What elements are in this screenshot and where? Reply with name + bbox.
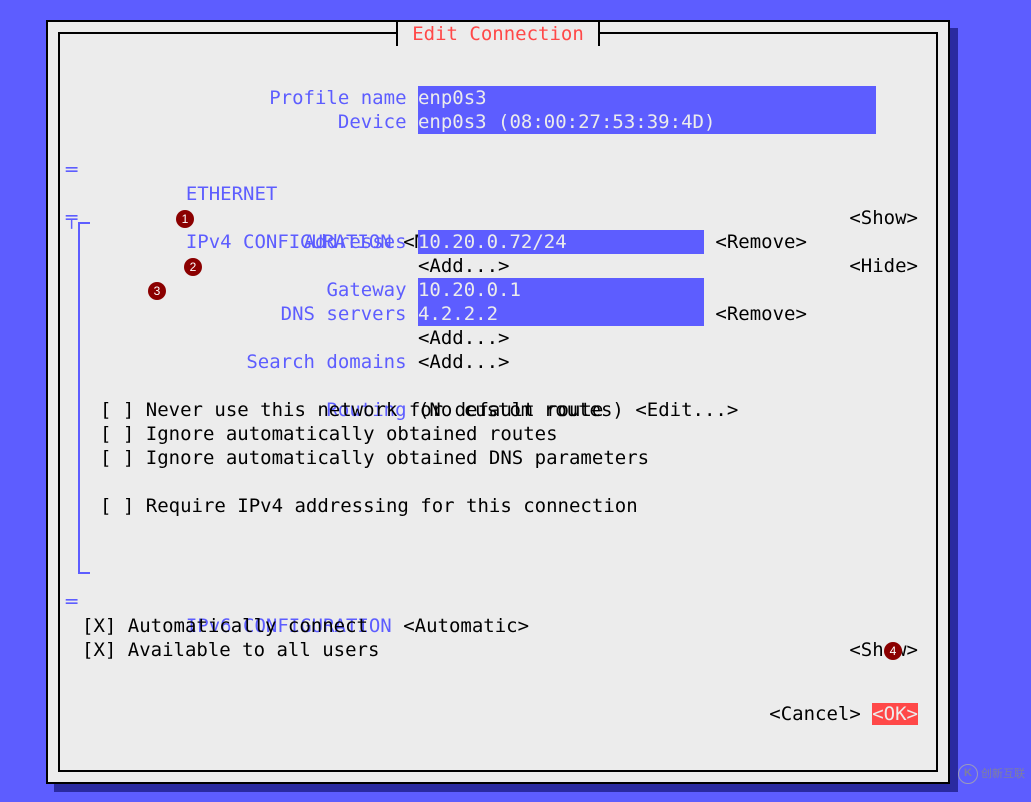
ethernet-header: ETHERNET xyxy=(186,183,278,205)
addresses-label: Addresses xyxy=(152,230,407,254)
annotation-badge-1: 1 xyxy=(176,210,194,228)
dialog-title: Edit Connection xyxy=(396,22,600,46)
address-add-button[interactable]: <Add...> xyxy=(418,255,510,277)
watermark: K 创新互联 xyxy=(958,762,1025,786)
ethernet-show-button[interactable]: <Show> xyxy=(849,206,918,230)
dns-add-button[interactable]: <Add...> xyxy=(418,327,510,349)
chk-ignore-routes[interactable]: [ ] Ignore automatically obtained routes xyxy=(60,422,936,446)
routing-row: Routing (No custom routes) <Edit...> xyxy=(60,374,936,398)
content-area: Profile name enp0s3 Device enp0s3 (08:00… xyxy=(60,34,936,662)
address-remove-button[interactable]: <Remove> xyxy=(715,231,807,253)
ethernet-section-row: ═ ETHERNET <Show> xyxy=(60,134,936,158)
chk-all-users[interactable]: [X] Available to all users xyxy=(60,638,936,662)
profile-name-label: Profile name xyxy=(152,86,407,110)
device-label: Device xyxy=(152,110,407,134)
dns-remove-button[interactable]: <Remove> xyxy=(715,303,807,325)
ipv4-tree-bottom xyxy=(78,572,90,574)
section-marker: ═ xyxy=(66,158,77,182)
ipv4-hide-button[interactable]: <Hide> xyxy=(849,254,918,278)
dialog-shadow: Edit Connection Profile name enp0s3 Devi… xyxy=(46,20,950,784)
watermark-text: 创新互联 xyxy=(981,768,1025,780)
address-input[interactable]: 10.20.0.72/24 xyxy=(418,230,704,254)
ipv6-section-row: ═ IPv6 CONFIGURATION <Automatic> <Show> xyxy=(60,566,936,590)
dns-label: DNS servers xyxy=(152,302,407,326)
gateway-label: Gateway xyxy=(152,278,407,302)
cancel-button[interactable]: <Cancel> xyxy=(769,703,861,725)
search-add-button[interactable]: <Add...> xyxy=(418,351,510,373)
dialog: Edit Connection Profile name enp0s3 Devi… xyxy=(58,32,938,772)
annotation-badge-4: 4 xyxy=(884,642,902,660)
routing-edit-button[interactable]: <Edit...> xyxy=(635,399,738,421)
ok-button[interactable]: <OK> xyxy=(872,703,918,725)
profile-name-row: Profile name enp0s3 xyxy=(60,62,936,86)
title-bar: Edit Connection xyxy=(60,22,936,46)
ipv4-tree-top xyxy=(78,222,90,224)
ipv4-tree-line xyxy=(78,222,80,572)
profile-name-input[interactable]: enp0s3 xyxy=(418,86,876,110)
ipv6-mode-select[interactable]: <Automatic> xyxy=(403,615,529,637)
chk-never-default-route[interactable]: [ ] Never use this network for default r… xyxy=(60,398,936,422)
dns-input[interactable]: 4.2.2.2 xyxy=(418,302,704,326)
gateway-input[interactable]: 10.20.0.1 xyxy=(418,278,704,302)
search-domains-label: Search domains xyxy=(152,350,407,374)
chk-require-ipv4[interactable]: [ ] Require IPv4 addressing for this con… xyxy=(60,494,936,518)
watermark-icon: K xyxy=(958,764,978,784)
annotation-badge-3: 3 xyxy=(148,282,166,300)
section-marker: ═ xyxy=(66,590,77,614)
section-marker: ╤ xyxy=(66,206,77,230)
device-input[interactable]: enp0s3 (08:00:27:53:39:4D) xyxy=(418,110,876,134)
chk-ignore-dns[interactable]: [ ] Ignore automatically obtained DNS pa… xyxy=(60,446,936,470)
dialog-actions: <Cancel> <OK> xyxy=(769,702,918,726)
annotation-badge-2: 2 xyxy=(184,258,202,276)
